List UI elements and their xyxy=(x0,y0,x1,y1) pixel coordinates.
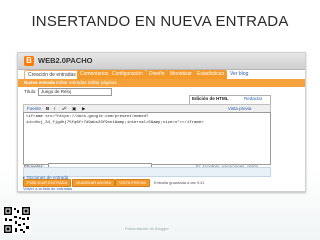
code-line: id=dhvj_34_fjgdhj75fq6fr7d9abs23f9cnt&am… xyxy=(26,121,204,125)
preview-button[interactable]: VISTA PREVIA xyxy=(115,179,150,187)
main-tabs: Creación de entradas Comentarios Configu… xyxy=(22,70,305,80)
bold-button[interactable]: B xyxy=(46,105,49,112)
tab-comentarios[interactable]: Comentarios xyxy=(77,70,112,79)
image-icon[interactable]: ▣ xyxy=(72,105,76,112)
preview-link[interactable]: Vista previa xyxy=(228,105,251,112)
html-editor[interactable]: <iframe src="https://docs.google.com/pre… xyxy=(23,112,271,165)
compose-tab[interactable]: Redactar xyxy=(244,96,262,101)
blogger-screenshot: B WEB2.0PACHO Creación de entradas Comen… xyxy=(17,52,306,192)
tab-estadisticas[interactable]: Estadísticas xyxy=(194,70,227,79)
back-to-posts-link[interactable]: Volver a la lista de entradas xyxy=(23,186,72,191)
slide-footer: Presentación de Blogger xyxy=(125,226,169,231)
saved-status: Entrada guardada a las 9:41 xyxy=(154,180,205,185)
slide-title: INSERTANDO EN NUEVA ENTRADA xyxy=(31,13,289,30)
qr-code-icon xyxy=(3,206,31,234)
code-line: <iframe src="https://docs.google.com/pre… xyxy=(26,115,149,119)
tab-ver-blog[interactable]: Ver blog xyxy=(227,70,251,79)
blogger-logo-icon: B xyxy=(24,56,34,66)
blog-name: WEB2.0PACHO xyxy=(38,56,93,65)
tab-configuracion[interactable]: Configuración xyxy=(109,70,146,79)
font-menu[interactable]: Fuente xyxy=(27,105,41,112)
save-now-button[interactable]: GUARDAR AHORA xyxy=(72,179,116,187)
subtab-editar-paginas[interactable]: Editar páginas xyxy=(88,80,117,85)
title-label: Título: xyxy=(24,89,37,94)
video-icon[interactable]: ▶ xyxy=(82,105,85,112)
tab-monetizar[interactable]: Monetizar xyxy=(167,70,195,79)
edit-html-tab[interactable]: Edición de HTML xyxy=(192,96,229,101)
post-title-input[interactable]: Juego de Reloj xyxy=(38,88,112,96)
blogger-header: B WEB2.0PACHO xyxy=(18,53,305,70)
subtab-nueva-entrada[interactable]: Nueva entrada xyxy=(24,80,55,85)
sub-tabs: Nueva entrada Editar entradas Editar pág… xyxy=(18,79,305,87)
subtab-editar-entradas[interactable]: Editar entradas xyxy=(56,80,87,85)
link-icon[interactable]: ☍ xyxy=(62,105,67,112)
tab-diseno[interactable]: Diseño xyxy=(146,70,168,79)
italic-button[interactable]: I xyxy=(54,105,55,112)
